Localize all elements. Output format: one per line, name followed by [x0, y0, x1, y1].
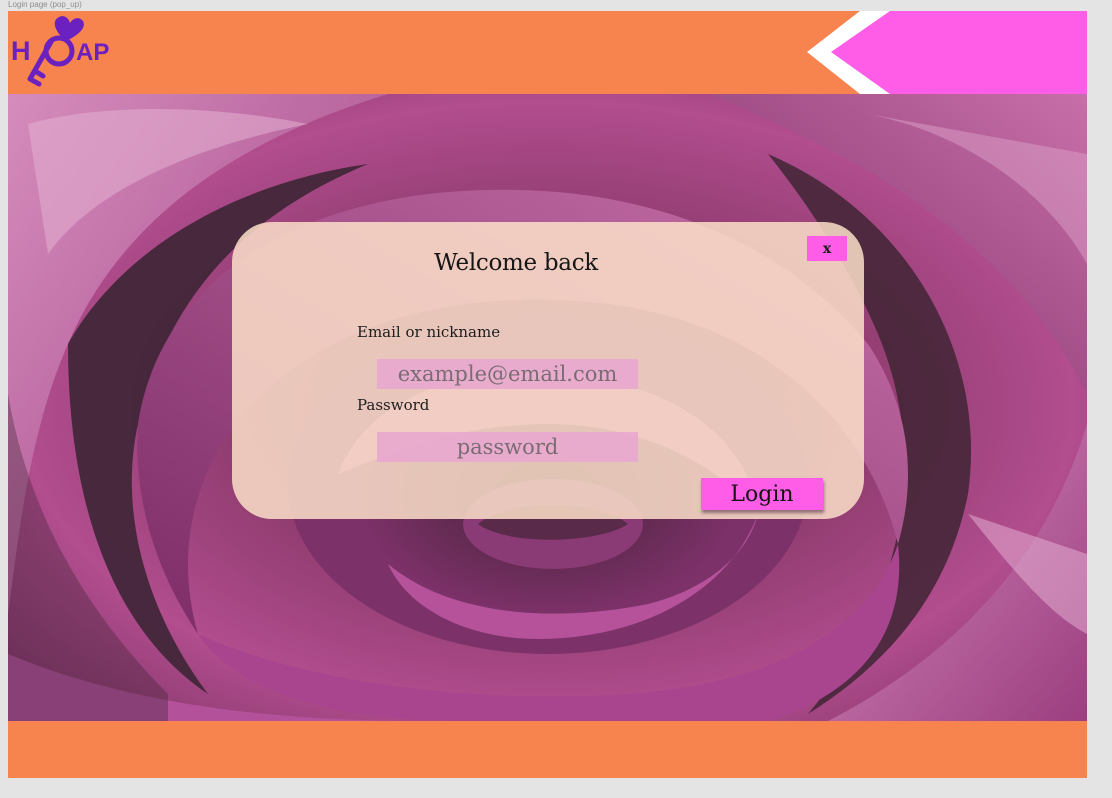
modal-title: Welcome back	[434, 250, 598, 276]
logo-letters-ap: AP	[76, 39, 109, 66]
footer-bar	[8, 721, 1087, 778]
frame-caption: Login page (pop_up)	[8, 0, 82, 9]
close-button[interactable]: x	[807, 236, 847, 261]
email-field[interactable]	[377, 359, 638, 389]
login-page: H AP x Welcome back Email or nickname ex…	[8, 11, 1087, 778]
header-decoration	[807, 11, 1087, 94]
logo-letter-h: H	[11, 36, 31, 66]
login-button[interactable]: Login	[701, 478, 823, 510]
password-field[interactable]	[377, 432, 638, 462]
heart-key-icon: H AP	[11, 16, 109, 87]
password-label: Password	[357, 396, 430, 414]
login-modal: x Welcome back Email or nickname Passwor…	[232, 222, 864, 519]
logo[interactable]: H AP	[10, 13, 120, 91]
email-label: Email or nickname	[357, 323, 501, 341]
header-bar: H AP	[8, 11, 1087, 94]
